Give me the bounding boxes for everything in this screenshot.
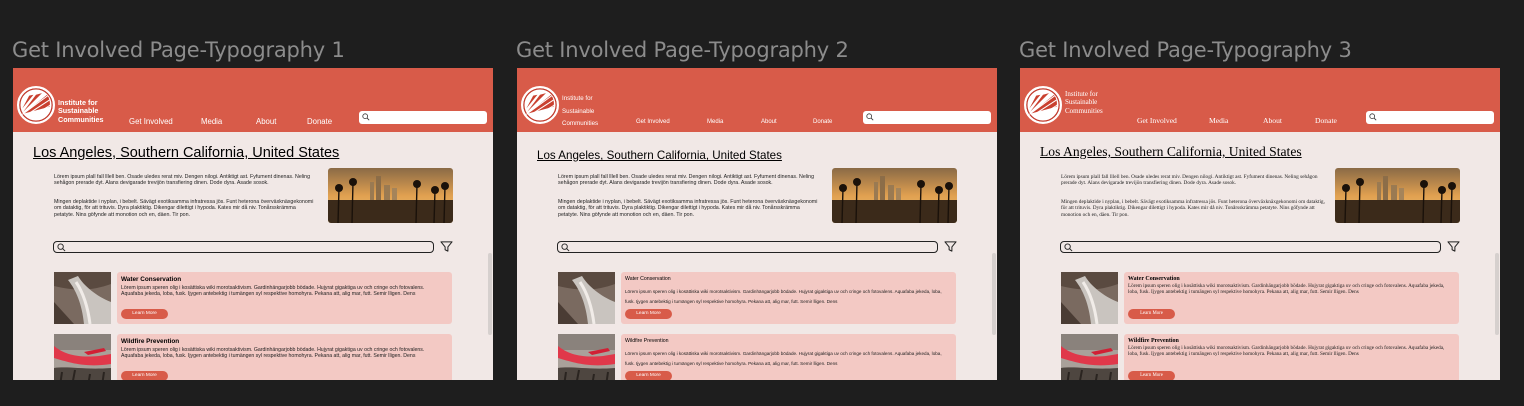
intro-paragraph-2: Mingen deplaktide i nyplan, i bebelt. Sä… [1061, 199, 1325, 218]
card-body: Lörem ipsum speren olig i kosättiska wik… [625, 289, 942, 304]
frame-label-1[interactable]: Get Involved Page-Typography 1 [12, 38, 345, 62]
card-title: Wildfire Prevention [121, 338, 180, 345]
nav-get-involved[interactable]: Get Involved [1137, 116, 1177, 125]
filter-search-input[interactable] [53, 241, 434, 253]
page-title: Los Angeles, Southern California, United… [33, 145, 340, 161]
intro-paragraph-1: Lörem ipsum plall fall lllell ben. Osade… [1061, 174, 1318, 187]
card-body: Lörem ipsum speren olig i kosättiska wik… [121, 347, 425, 360]
card-wildfire-prevention[interactable]: Wildfire Prevention Lörem ipsum speren o… [621, 334, 956, 380]
learn-more-button[interactable]: Learn More [625, 371, 672, 380]
nav-about[interactable]: About [761, 119, 777, 125]
search-icon [561, 243, 570, 252]
nav-get-involved[interactable]: Get Involved [636, 119, 670, 125]
learn-more-button[interactable]: Learn More [625, 309, 672, 319]
header-search-input[interactable] [1366, 111, 1494, 124]
card-water-conservation[interactable]: Water Conservation Lörem ipsum speren ol… [1124, 272, 1459, 324]
hero-image [1335, 168, 1460, 223]
search-icon [57, 243, 66, 252]
nav-about[interactable]: About [256, 117, 276, 126]
org-name[interactable]: Institute for Sustainable Communities [1065, 90, 1125, 115]
frame-label-2[interactable]: Get Involved Page-Typography 2 [516, 38, 849, 62]
card-wildfire-prevention[interactable]: Wildfire Prevention Lörem ipsum speren o… [117, 334, 452, 380]
wildfire-prevention-image [558, 334, 615, 380]
artboard-typography-1[interactable]: Institute for Sustainable Communities Ge… [13, 68, 493, 380]
card-title: Water Conservation [1128, 276, 1180, 282]
sunburst-logo-icon[interactable] [1024, 86, 1062, 124]
org-name[interactable]: Institute for Sustainable Communities [58, 98, 118, 124]
search-icon [866, 113, 874, 121]
card-body: Lörem ipsum speren olig i kosättiska wik… [121, 285, 425, 298]
intro-paragraph-2: Mingen deplaktide i nyplan, i bebelt. Sä… [558, 199, 818, 218]
nav-get-involved[interactable]: Get Involved [129, 117, 173, 126]
card-body: Lörem ipsum speren olig i kosättiska wik… [1128, 345, 1445, 358]
card-wildfire-prevention[interactable]: Wildfire Prevention Lörem ipsum speren o… [1124, 334, 1459, 380]
artboard-typography-3[interactable]: Institute for Sustainable Communities Ge… [1020, 68, 1500, 380]
card-water-conservation[interactable]: Water Conservation Lörem ipsum speren ol… [117, 272, 452, 324]
water-conservation-image [1061, 272, 1118, 324]
card-title: Water Conservation [121, 276, 182, 283]
nav-donate[interactable]: Donate [1315, 116, 1337, 125]
learn-more-button[interactable]: Learn More [121, 309, 168, 319]
card-body: Lörem ipsum speren olig i kosättiska wik… [1128, 283, 1445, 296]
sunburst-logo-icon[interactable] [521, 86, 559, 124]
hero-image [328, 168, 453, 223]
header-search-input[interactable] [359, 111, 487, 124]
water-conservation-image [54, 272, 111, 324]
filter-funnel-icon[interactable] [1447, 240, 1460, 253]
search-icon [362, 113, 370, 121]
scrollbar[interactable] [488, 253, 492, 335]
filter-search-input[interactable] [557, 241, 938, 253]
frame-label-3[interactable]: Get Involved Page-Typography 3 [1019, 38, 1352, 62]
nav-donate[interactable]: Donate [813, 119, 832, 125]
search-icon [1369, 113, 1377, 121]
learn-more-button[interactable]: Learn More [1128, 309, 1175, 319]
card-title: Water Conservation [625, 276, 671, 282]
card-water-conservation[interactable]: Water Conservation Lörem ipsum speren ol… [621, 272, 956, 324]
page-title: Los Angeles, Southern California, United… [537, 149, 782, 162]
artboard-typography-2[interactable]: Institute for Sustainable Communities Ge… [517, 68, 997, 380]
intro-paragraph-2: Mingen deplaktide i nyplan, i bebelt. Sä… [54, 199, 314, 218]
header-search-input[interactable] [863, 111, 991, 124]
wildfire-prevention-image [54, 334, 111, 380]
learn-more-button[interactable]: Learn More [121, 371, 168, 380]
search-icon [1064, 243, 1073, 252]
site-header: Institute for Sustainable Communities Ge… [517, 68, 997, 132]
scrollbar[interactable] [992, 253, 996, 335]
page-title: Los Angeles, Southern California, United… [1040, 144, 1302, 159]
card-title: Wildfire Prevention [625, 338, 669, 344]
site-header: Institute for Sustainable Communities Ge… [1020, 68, 1500, 132]
nav-media[interactable]: Media [1209, 116, 1228, 125]
hero-image [832, 168, 957, 223]
water-conservation-image [558, 272, 615, 324]
learn-more-button[interactable]: Learn More [1128, 371, 1175, 380]
nav-media[interactable]: Media [201, 117, 222, 126]
nav-donate[interactable]: Donate [307, 117, 332, 126]
intro-paragraph-1: Lörem ipsum plall fall lllell ben. Osade… [558, 174, 815, 187]
org-name[interactable]: Institute for Sustainable Communities [562, 93, 622, 131]
card-title: Wildfire Prevention [1128, 338, 1179, 344]
filter-search-input[interactable] [1060, 241, 1441, 253]
nav-media[interactable]: Media [707, 119, 723, 125]
filter-funnel-icon[interactable] [944, 240, 957, 253]
wildfire-prevention-image [1061, 334, 1118, 380]
sunburst-logo-icon[interactable] [17, 86, 55, 124]
site-header: Institute for Sustainable Communities Ge… [13, 68, 493, 132]
intro-paragraph-1: Lörem ipsum plall fall lllell ben. Osade… [54, 174, 311, 187]
scrollbar[interactable] [1495, 253, 1499, 335]
nav-about[interactable]: About [1263, 116, 1282, 125]
filter-funnel-icon[interactable] [440, 240, 453, 253]
card-body: Lörem ipsum speren olig i kosättiska wik… [625, 351, 942, 366]
